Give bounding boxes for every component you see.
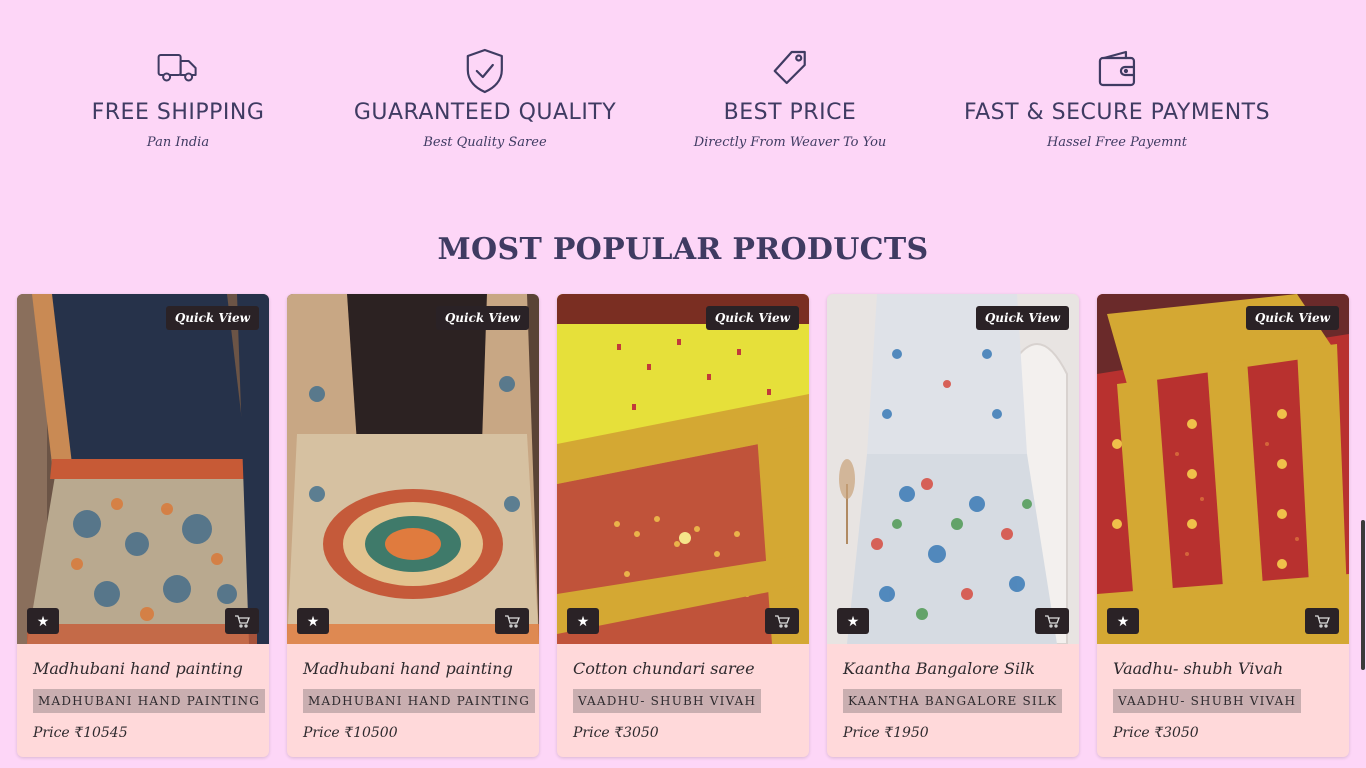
product-card[interactable]: Quick View ★ Madhubani hand painting MAD…	[287, 294, 539, 757]
product-category-tag: VAADHU- SHUBH VIVAH	[1113, 689, 1302, 713]
cart-icon[interactable]	[1035, 608, 1069, 634]
wallet-icon	[964, 48, 1270, 94]
product-name[interactable]: Kaantha Bangalore Silk	[843, 659, 1035, 678]
product-image[interactable]: Quick View ★	[287, 294, 539, 644]
cart-icon[interactable]	[765, 608, 799, 634]
product-name[interactable]: Cotton chundari saree	[573, 659, 755, 678]
feature-secure-payments: FAST & SECURE PAYMENTS Hassel Free Payem…	[964, 48, 1270, 150]
cart-icon[interactable]	[1305, 608, 1339, 634]
price-tag-icon	[694, 48, 887, 94]
product-image[interactable]: Quick View ★	[17, 294, 269, 644]
feature-title: GUARANTEED QUALITY	[353, 100, 617, 125]
star-icon[interactable]: ★	[27, 608, 59, 634]
product-price: Price ₹10500	[303, 725, 398, 741]
quick-view-button[interactable]: Quick View	[975, 306, 1069, 330]
truck-icon	[92, 48, 265, 94]
cart-icon[interactable]	[225, 608, 259, 634]
shield-check-icon	[354, 48, 616, 94]
star-icon[interactable]: ★	[837, 608, 869, 634]
section-title: MOST POPULAR PRODUCTS	[437, 232, 929, 267]
product-card[interactable]: Quick View ★ Cotton chundari saree VAADH…	[557, 294, 809, 757]
product-price: Price ₹10545	[33, 725, 128, 741]
product-name[interactable]: Madhubani hand painting	[33, 659, 243, 678]
page-scrollbar[interactable]	[1360, 0, 1366, 768]
star-icon[interactable]: ★	[297, 608, 329, 634]
feature-subtitle: Best Quality Saree	[423, 135, 547, 150]
product-price: Price ₹3050	[573, 725, 659, 741]
product-card[interactable]: Quick View ★ Vaadhu- shubh Vivah VAADHU-…	[1097, 294, 1349, 757]
feature-title: FAST & SECURE PAYMENTS	[963, 100, 1271, 125]
product-category-tag: KAANTHA BANGALORE SILK	[843, 689, 1063, 713]
product-name[interactable]: Vaadhu- shubh Vivah	[1113, 659, 1283, 678]
feature-subtitle: Pan India	[146, 135, 210, 150]
product-card[interactable]: Quick View ★ Madhubani hand painting MAD…	[17, 294, 269, 757]
feature-title: FREE SHIPPING	[91, 100, 265, 125]
feature-guaranteed-quality: GUARANTEED QUALITY Best Quality Saree	[354, 48, 616, 150]
quick-view-button[interactable]: Quick View	[705, 306, 799, 330]
quick-view-button[interactable]: Quick View	[165, 306, 259, 330]
product-price: Price ₹3050	[1113, 725, 1199, 741]
product-category-tag: VAADHU- SHUBH VIVAH	[573, 689, 762, 713]
cart-icon[interactable]	[495, 608, 529, 634]
product-card[interactable]: Quick View ★ Kaantha Bangalore Silk KAAN…	[827, 294, 1079, 757]
feature-title: BEST PRICE	[723, 100, 857, 125]
feature-free-shipping: FREE SHIPPING Pan India	[92, 48, 265, 150]
product-image[interactable]: Quick View ★	[1097, 294, 1349, 644]
feature-subtitle: Hassel Free Payemnt	[1046, 135, 1188, 150]
features-row: FREE SHIPPING Pan India GUARANTEED QUALI…	[0, 48, 1360, 168]
star-icon[interactable]: ★	[1107, 608, 1139, 634]
scrollbar-thumb[interactable]	[1361, 520, 1365, 670]
product-image[interactable]: Quick View ★	[827, 294, 1079, 644]
quick-view-button[interactable]: Quick View	[1245, 306, 1339, 330]
product-name[interactable]: Madhubani hand painting	[303, 659, 513, 678]
feature-best-price: BEST PRICE Directly From Weaver To You	[693, 48, 887, 150]
quick-view-button[interactable]: Quick View	[435, 306, 529, 330]
star-icon[interactable]: ★	[567, 608, 599, 634]
product-price: Price ₹1950	[843, 725, 929, 741]
product-category-tag: MADHUBANI HAND PAINTING	[303, 689, 536, 713]
product-image[interactable]: Quick View ★	[557, 294, 809, 644]
product-category-tag: MADHUBANI HAND PAINTING	[33, 689, 266, 713]
feature-subtitle: Directly From Weaver To You	[693, 135, 887, 150]
